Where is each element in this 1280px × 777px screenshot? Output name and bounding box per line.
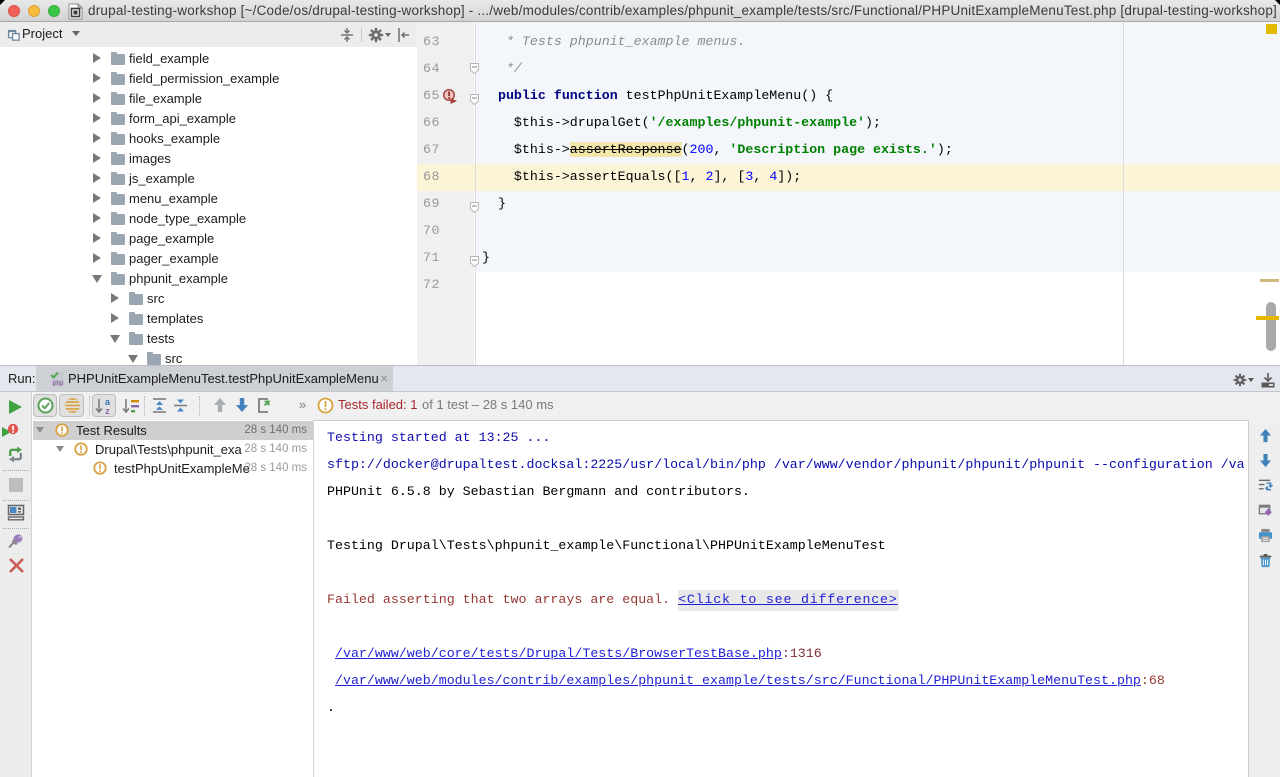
svg-text:z: z [105, 406, 110, 415]
svg-text:php: php [53, 380, 64, 387]
